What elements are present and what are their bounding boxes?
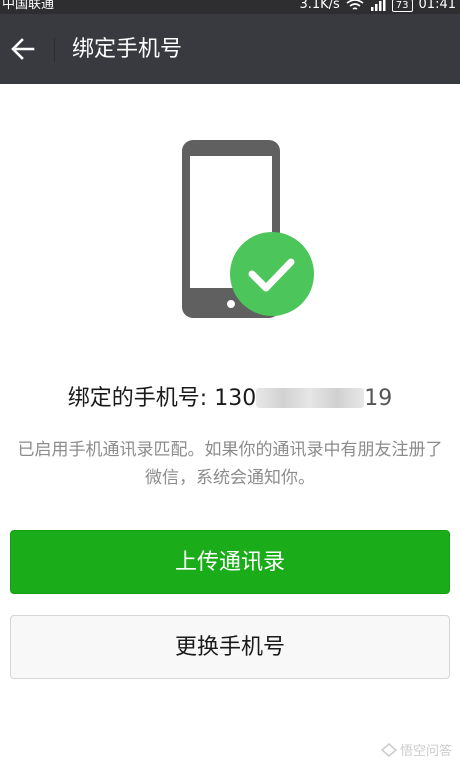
bound-phone-number: 绑定的手机号: 130 19 bbox=[0, 384, 460, 414]
navigation-bar: 绑定手机号 bbox=[0, 14, 460, 84]
contacts-match-hint: 已启用手机通讯录匹配。如果你的通讯录中有朋友注册了微信，系统会通知你。 bbox=[17, 440, 443, 488]
watermark: 悟空问答 bbox=[380, 740, 452, 759]
upload-contacts-button[interactable]: 上传通讯录 bbox=[10, 530, 450, 594]
watermark-text: 悟空问答 bbox=[399, 744, 452, 759]
phone-checkmark-icon bbox=[182, 140, 314, 318]
phone-number-redacted bbox=[256, 388, 365, 408]
change-phone-button[interactable]: 更换手机号 bbox=[10, 615, 450, 679]
bound-phone-label: 绑定的手机号: 130 bbox=[67, 386, 257, 411]
battery-icon: 73 bbox=[391, 0, 413, 12]
clock: 01:41 bbox=[418, 0, 456, 12]
status-bar: 中国联通 3.1K/s 73 01:41 bbox=[0, 0, 460, 14]
arrow-left-icon bbox=[11, 38, 35, 60]
back-button[interactable] bbox=[8, 34, 38, 64]
wifi-icon bbox=[346, 0, 364, 10]
phone-bound-illustration bbox=[180, 138, 320, 322]
wukong-logo-icon bbox=[380, 742, 397, 757]
status-right: 3.1K/s 73 01:41 bbox=[299, 0, 456, 12]
nav-divider bbox=[54, 38, 55, 62]
page-title: 绑定手机号 bbox=[72, 37, 183, 62]
network-speed: 3.1K/s bbox=[299, 0, 340, 12]
signal-icon bbox=[370, 0, 386, 11]
carrier-label: 中国联通 bbox=[2, 0, 55, 12]
phone-number-tail: 19 bbox=[364, 386, 393, 411]
